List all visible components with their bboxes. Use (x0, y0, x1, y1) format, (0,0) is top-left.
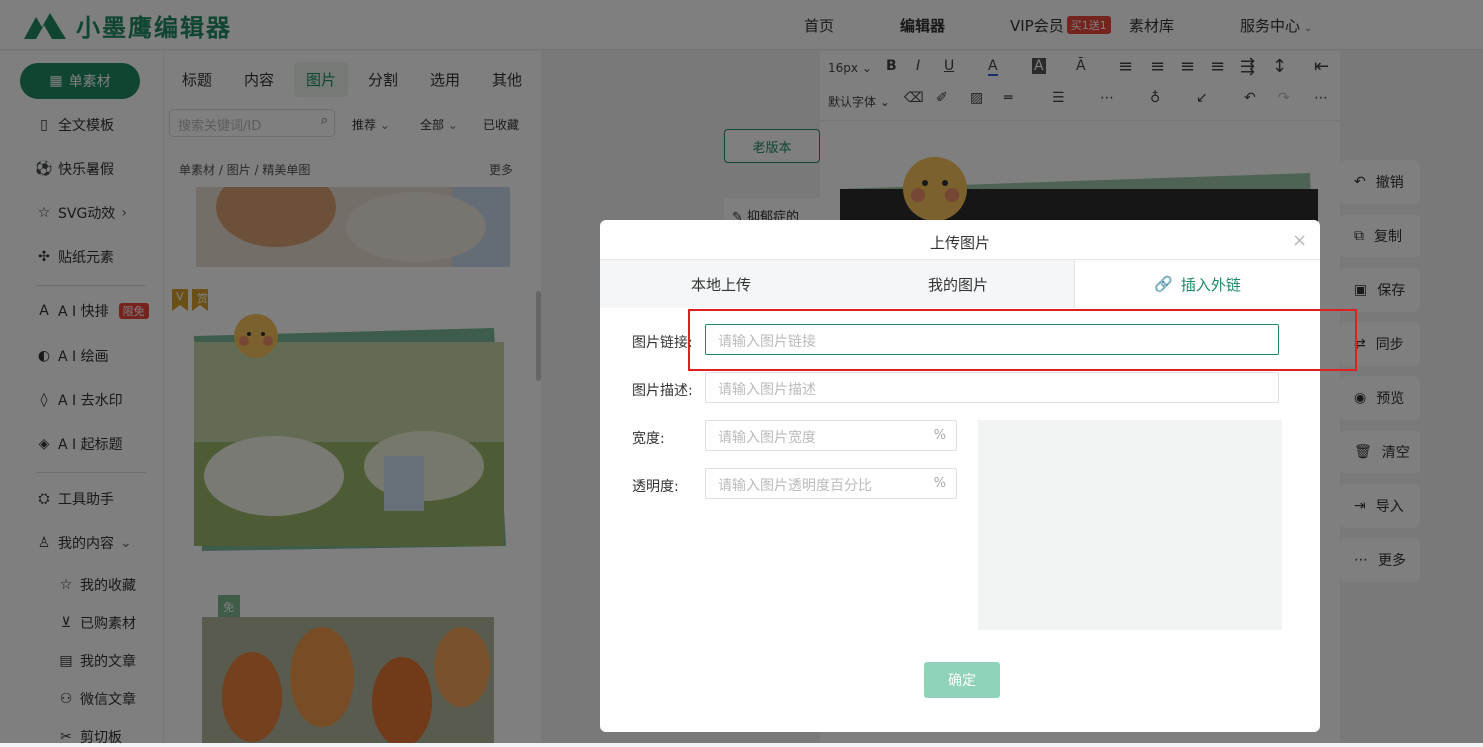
image-opacity-input[interactable]: 请输入图片透明度百分比% (705, 468, 957, 499)
link-label: 图片链接: (632, 335, 693, 351)
link-icon: 🔗 (1154, 275, 1173, 293)
tab-local-upload[interactable]: 本地上传 (600, 260, 842, 308)
image-preview-area (978, 420, 1282, 630)
confirm-button[interactable]: 确定 (924, 662, 1000, 698)
placeholder: 请输入图片透明度百分比 (718, 478, 872, 494)
image-width-input[interactable]: 请输入图片宽度% (705, 420, 957, 451)
placeholder: 请输入图片宽度 (718, 430, 816, 446)
tab-label: 插入外链 (1180, 275, 1241, 294)
highlight-box (688, 309, 1357, 371)
upload-image-modal: 上传图片 × 本地上传 我的图片 🔗 插入外链 图片链接: 请输入图片链接 图片描… (600, 220, 1320, 732)
tab-insert-link[interactable]: 🔗 插入外链 (1074, 260, 1320, 308)
close-icon[interactable]: × (1292, 230, 1307, 251)
image-description-input[interactable]: 请输入图片描述 (705, 372, 1279, 403)
modal-title: 上传图片 (929, 234, 990, 252)
percent-unit: % (933, 476, 946, 491)
tab-my-images[interactable]: 我的图片 (842, 260, 1074, 308)
placeholder: 请输入图片描述 (718, 382, 816, 398)
modal-tabs: 本地上传 我的图片 🔗 插入外链 (600, 259, 1320, 308)
description-label: 图片描述: (632, 383, 693, 399)
percent-unit: % (933, 428, 946, 443)
opacity-label: 透明度: (632, 479, 679, 495)
width-label: 宽度: (632, 431, 665, 447)
